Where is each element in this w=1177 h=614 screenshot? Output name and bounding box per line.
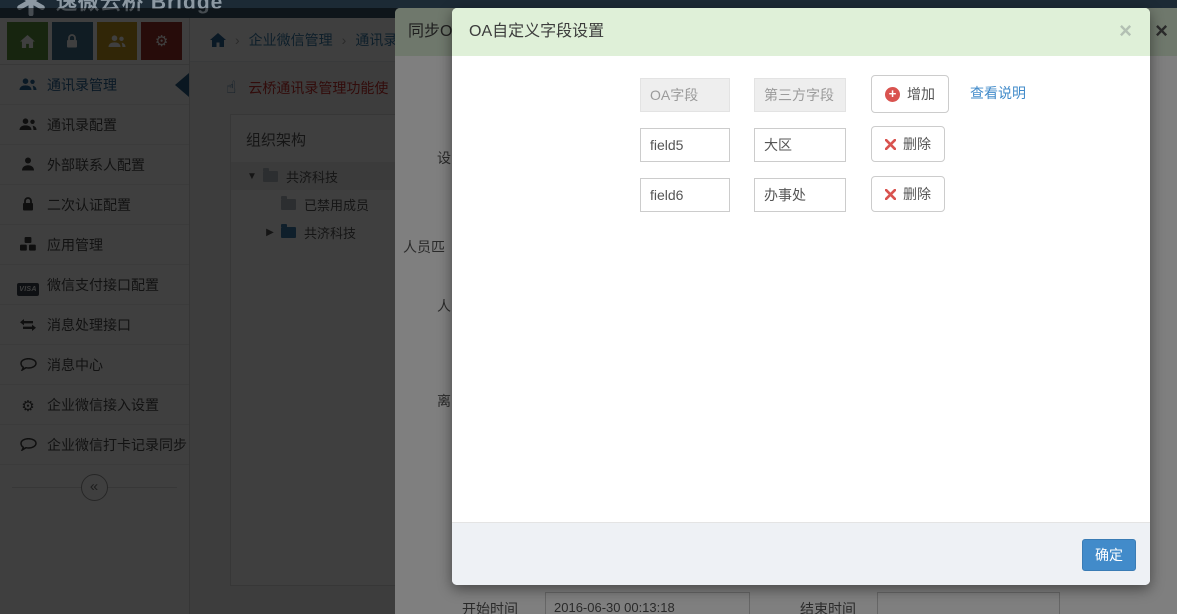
oa-field-input[interactable] [640, 128, 730, 162]
oa-field-column-header [640, 78, 730, 112]
oa-field-input[interactable] [640, 178, 730, 212]
modal-header: OA自定义字段设置 × [452, 8, 1150, 56]
delete-x-icon [885, 139, 896, 150]
third-party-field-input[interactable] [754, 178, 846, 212]
view-help-link[interactable]: 查看说明 [970, 83, 1026, 103]
delete-button[interactable]: 删除 [871, 126, 945, 162]
screen: 逸微云桥 Bridge ⚙ 通讯录管理 通讯录配置 外部联系人配置 [0, 0, 1177, 614]
third-party-field-input[interactable] [754, 128, 846, 162]
delete-x-icon [885, 189, 896, 200]
confirm-button[interactable]: 确定 [1082, 539, 1136, 571]
delete-button-label: 删除 [903, 184, 931, 204]
plus-circle-icon [885, 87, 900, 102]
modal-title: OA自定义字段设置 [452, 8, 1150, 56]
oa-custom-field-modal: OA自定义字段设置 × 增加 查看说明 删除 删除 [452, 8, 1150, 585]
modal-body: 增加 查看说明 删除 删除 [452, 56, 1150, 522]
third-party-column-header [754, 78, 846, 112]
modal-footer: 确定 [452, 522, 1150, 585]
close-icon[interactable]: × [1119, 18, 1132, 44]
delete-button[interactable]: 删除 [871, 176, 945, 212]
add-button[interactable]: 增加 [871, 75, 949, 113]
add-button-label: 增加 [907, 84, 935, 104]
delete-button-label: 删除 [903, 134, 931, 154]
